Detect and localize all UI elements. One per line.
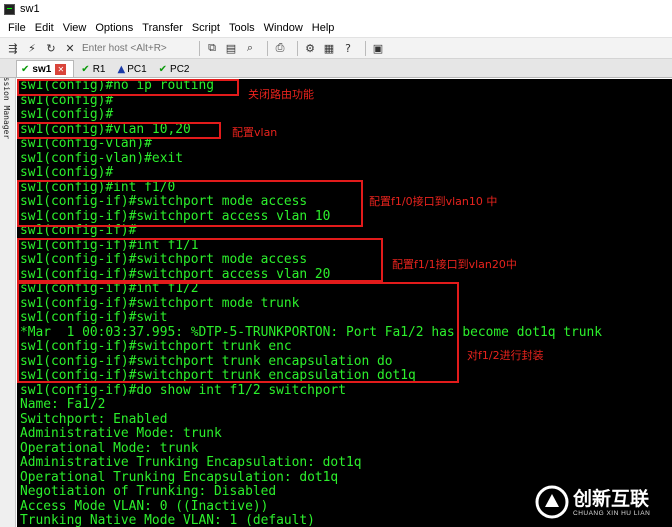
menu-window[interactable]: Window: [264, 22, 303, 34]
terminal-line: Switchport: Enabled: [20, 411, 168, 427]
menu-script[interactable]: Script: [192, 22, 220, 34]
annotation-box-no-routing: [17, 79, 239, 96]
tab-r1[interactable]: ✔ R1: [76, 60, 110, 77]
tab-label: PC2: [170, 63, 190, 75]
terminal-line: Access Mode VLAN: 0 ((Inactive)): [20, 498, 269, 514]
close-icon[interactable]: ✕: [55, 63, 67, 75]
brand-logo-icon: [535, 485, 569, 519]
tab-label: PC1: [127, 63, 147, 75]
tab-sw1[interactable]: ✔ sw1 ✕: [16, 60, 75, 77]
terminal-line: Trunking Native Mode VLAN: 1 (default): [20, 513, 315, 527]
warning-icon: ▲: [117, 63, 126, 75]
terminal-line: Operational Trunking Encapsulation: dot1…: [20, 469, 339, 485]
connected-check-icon: ✔: [21, 63, 30, 75]
terminal-line: sw1(config-vlan)#: [20, 136, 152, 151]
menu-file[interactable]: File: [8, 22, 26, 34]
quick-connect-icon[interactable]: ⚡: [25, 41, 39, 55]
annotation-label-vlan: 配置vlan: [232, 126, 278, 139]
annotation-label-f1-0: 配置f1/0接口到vlan10 中: [369, 195, 498, 208]
toolbar-separator: [267, 40, 268, 56]
help-icon[interactable]: ?: [341, 41, 355, 55]
disconnect-icon[interactable]: ✕: [63, 41, 77, 55]
window-title: sw1: [20, 3, 40, 15]
connected-check-icon: ✔: [158, 63, 168, 75]
menu-view[interactable]: View: [63, 22, 87, 34]
toolbar-separator: [297, 40, 298, 56]
watermark-logo: 创新互联 CHUANG XIN HU LIAN: [535, 477, 672, 527]
terminal-line: sw1(config)#: [20, 107, 114, 122]
terminal-line: sw1(config)#: [20, 165, 114, 180]
annotation-label-f1-2: 对f1/2进行封装: [467, 349, 544, 362]
annotation-box-vlan: [17, 122, 221, 139]
toolbar-separator: [199, 40, 200, 56]
paste-icon[interactable]: ▤: [224, 41, 238, 55]
menu-transfer[interactable]: Transfer: [142, 22, 183, 34]
tab-pc2[interactable]: ✔ PC2: [154, 60, 195, 77]
menu-bar: File Edit View Options Transfer Script T…: [0, 19, 672, 37]
toolbar-separator: [365, 40, 366, 56]
annotation-label-f1-1: 配置f1/1接口到vlan20中: [392, 258, 517, 271]
watermark-text-en: CHUANG XIN HU LIAN: [573, 509, 651, 517]
tab-pc1[interactable]: ▲ PC1: [112, 60, 151, 77]
sftp-icon[interactable]: ▣: [371, 41, 385, 55]
connected-check-icon: ✔: [81, 63, 90, 75]
terminal-line: Name: Fa1/2: [20, 397, 106, 412]
terminal-line: sw1(config-if)#do show int f1/2 switchpo…: [20, 382, 346, 398]
title-bar: sw1: [0, 0, 672, 18]
annotation-label-no-routing: 关闭路由功能: [248, 88, 314, 101]
session-manager-sidebar[interactable]: Session Manager: [0, 59, 16, 527]
find-icon[interactable]: ⌕: [243, 41, 257, 55]
terminal-line: Negotiation of Trunking: Disabled: [20, 484, 277, 499]
settings-icon[interactable]: ⚙: [303, 41, 317, 55]
annotation-box-f1-0: [17, 180, 363, 227]
tab-label: R1: [92, 63, 106, 75]
terminal-app-icon: [4, 3, 15, 15]
menu-tools[interactable]: Tools: [229, 22, 255, 34]
terminal-line: Operational Mode: trunk: [20, 440, 199, 456]
menu-edit[interactable]: Edit: [35, 22, 54, 34]
menu-help[interactable]: Help: [312, 22, 335, 34]
toolbar: ⇶ ⚡ ↻ ✕ ⧉ ▤ ⌕ ⎙ ⚙ ▦ ? ▣: [0, 37, 672, 59]
watermark-text-cn: 创新互联: [573, 487, 650, 510]
print-icon[interactable]: ⎙: [273, 41, 287, 55]
copy-icon[interactable]: ⧉: [205, 41, 219, 55]
terminal-line: Administrative Trunking Encapsulation: d…: [20, 455, 362, 470]
terminal-line: Administrative Mode: trunk: [20, 426, 222, 441]
menu-options[interactable]: Options: [95, 22, 133, 34]
terminal-line: sw1(config-vlan)#exit: [20, 150, 183, 166]
connect-icon[interactable]: ⇶: [6, 41, 20, 55]
keymap-icon[interactable]: ▦: [322, 41, 336, 55]
tab-label: sw1: [32, 63, 52, 75]
annotation-box-f1-1: [17, 238, 383, 282]
reconnect-icon[interactable]: ↻: [44, 41, 58, 55]
session-tabs: ✔ sw1 ✕ ✔ R1 ▲ PC1 ✔ PC2: [0, 59, 672, 78]
annotation-box-f1-2: [17, 282, 459, 383]
host-input[interactable]: [82, 40, 194, 56]
